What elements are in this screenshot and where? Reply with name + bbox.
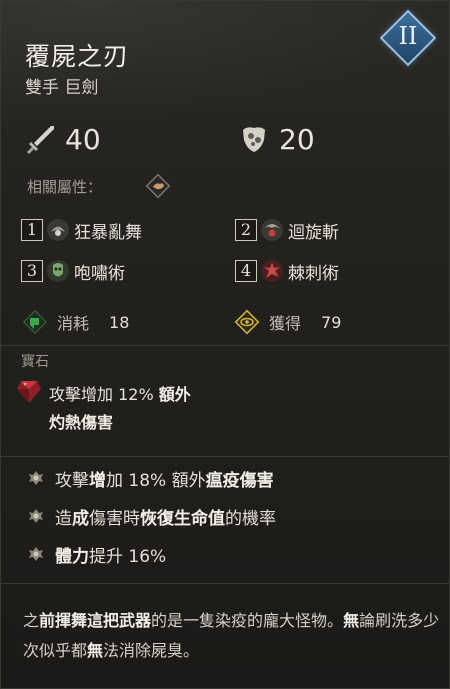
skill-number: 4 [235, 260, 257, 282]
skill-3: 3 咆嘯術 [21, 256, 125, 286]
thorns-icon [261, 260, 283, 282]
gem-section-label: 寶石 [21, 354, 49, 370]
item-name: 覆屍之刃 [25, 42, 130, 71]
strength-attribute-icon [145, 173, 171, 199]
affix-bullet-icon [29, 547, 43, 561]
attack-stat: 40 [23, 119, 101, 159]
frenzy-icon [47, 219, 69, 241]
affix-bullet-icon [29, 509, 43, 523]
skill-4: 4 棘刺術 [235, 256, 339, 286]
resource-gain: 獲得 79 [233, 307, 341, 337]
affix-bullet-icon [29, 471, 43, 485]
cost-label: 消耗 [57, 314, 90, 333]
affix-text: 攻擊增加 18% 額外瘟疫傷害 [55, 470, 274, 491]
skill-2: 2 迴旋斬 [235, 215, 339, 245]
gem-effect-line2: 灼熱傷害 [49, 413, 114, 432]
skill-name: 迴旋斬 [288, 222, 339, 243]
resource-cost: 消耗 18 [21, 307, 129, 337]
gain-icon [234, 309, 260, 335]
tier-label: II [398, 22, 418, 50]
affix-text: 造成傷害時恢復生命值的機率 [55, 508, 276, 529]
armor-value: 20 [279, 122, 315, 156]
howl-icon [47, 260, 69, 282]
gain-label: 獲得 [269, 314, 302, 333]
skill-number: 1 [21, 219, 43, 241]
section-divider [1, 345, 450, 346]
item-lore: 之前揮舞這把武器的是一隻染疫的龐大怪物。無論刷洗多少次似乎都無法消除屍臭。 [23, 611, 440, 660]
section-divider [1, 583, 450, 584]
skill-name: 狂暴亂舞 [74, 222, 142, 243]
item-type: 雙手 巨劍 [25, 78, 99, 98]
tier-badge: II [379, 9, 437, 67]
sword-icon [27, 126, 54, 154]
affix-text: 體力提升 16% [55, 546, 167, 567]
related-attributes-label: 相關屬性： [27, 178, 103, 196]
gain-value: 79 [321, 312, 342, 332]
skill-number: 2 [235, 219, 257, 241]
armor-stat: 20 [237, 119, 315, 159]
gem-effect-text: 攻擊增加 12% [49, 385, 159, 404]
skill-1: 1 狂暴亂舞 [21, 215, 142, 245]
gem-effect-emphasis: 額外 [158, 385, 191, 404]
affix-3: 體力提升 16% [27, 540, 166, 568]
section-divider [1, 456, 450, 457]
skill-name: 咆嘯術 [74, 263, 125, 284]
ruby-gem-icon [17, 381, 41, 403]
armor-icon [243, 127, 265, 152]
item-tooltip: 覆屍之刃 雙手 巨劍 II 40 20 相關屬性： 1 狂暴亂舞 2 迴旋斬 3… [0, 0, 450, 689]
skill-number: 3 [21, 260, 43, 282]
cost-icon [22, 309, 48, 335]
skill-name: 棘刺術 [288, 263, 339, 284]
gem-effect-line1: 攻擊增加 12% 額外 [49, 381, 191, 405]
whirlwind-icon [261, 219, 283, 241]
affix-2: 造成傷害時恢復生命值的機率 [27, 502, 276, 530]
attack-value: 40 [65, 122, 101, 156]
cost-value: 18 [109, 312, 130, 332]
affix-1: 攻擊增加 18% 額外瘟疫傷害 [27, 464, 274, 492]
